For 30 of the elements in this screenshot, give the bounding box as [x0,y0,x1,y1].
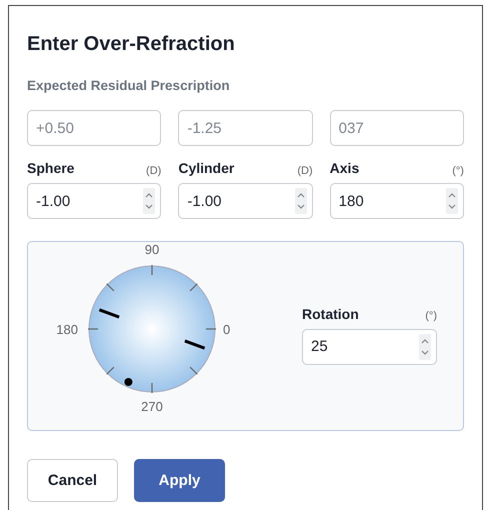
axis-mark [184,339,206,350]
dialog-title: Enter Over-Refraction [27,32,236,56]
section-label: Expected Residual Prescription [27,77,231,95]
field-label: Rotation [302,304,359,324]
number-field[interactable]: -1.00 [178,183,313,220]
apply-button[interactable]: Apply [134,459,225,502]
unit-label: (°) [425,309,437,324]
unit-label: (D) [146,164,162,179]
field-label: Axis [330,159,360,178]
number-field[interactable]: -1.00 [27,183,162,220]
dial-label: 0 [223,322,230,337]
dial-label: 180 [56,322,78,337]
spinner-arrows-icon[interactable] [294,188,307,214]
dial-label: 90 [144,244,160,257]
spinner-arrows-icon[interactable] [446,188,458,214]
dial-label: 270 [141,398,163,414]
dial-handle[interactable] [124,378,132,386]
unit-label: (°) [452,164,464,179]
spinner-arrows-icon[interactable] [143,188,156,214]
spinner-arrows-icon[interactable] [419,334,431,360]
field-label: Cylinder [178,159,234,178]
readonly-field[interactable]: -1.25 [178,110,313,146]
number-field[interactable]: 25 [302,328,437,365]
unit-label: (D) [297,164,313,179]
readonly-field[interactable]: 037 [330,110,464,146]
field-label: Sphere [27,159,74,178]
readonly-field[interactable]: +0.50 [27,110,162,146]
cancel-button[interactable]: Cancel [27,459,118,502]
axis-mark [98,308,120,318]
number-field[interactable]: 180 [330,183,464,220]
